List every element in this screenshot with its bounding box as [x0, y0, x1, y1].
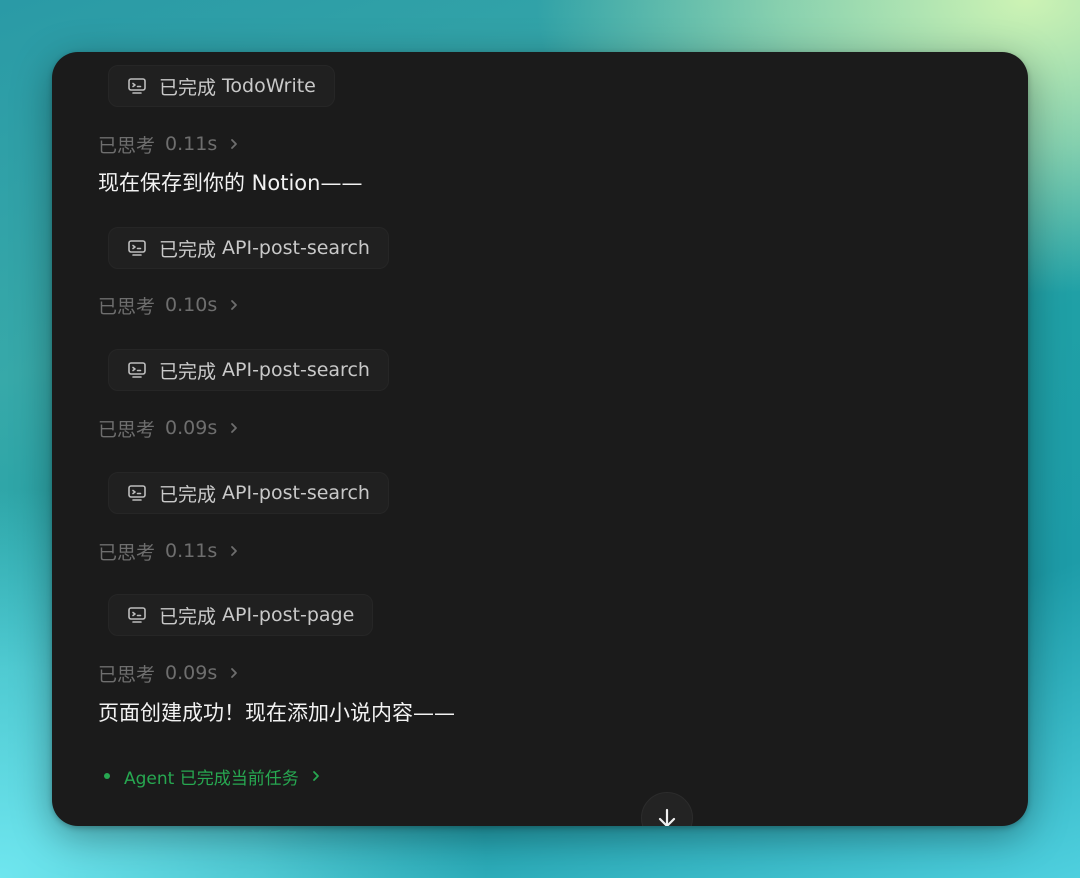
- thought-label: 已思考: [98, 418, 156, 441]
- thought-toggle[interactable]: 已思考 0.09s: [98, 659, 239, 687]
- thought-toggle[interactable]: 已思考 0.10s: [98, 291, 239, 319]
- chevron-right-icon: [229, 544, 239, 558]
- terminal-monitor-icon: [127, 360, 147, 380]
- terminal-monitor-icon: [127, 238, 147, 258]
- thought-label: 已思考: [98, 663, 156, 686]
- tool-status: 已完成: [159, 360, 217, 383]
- assistant-message: 页面创建成功！现在添加小说内容——: [98, 701, 455, 725]
- chevron-right-icon: [311, 769, 321, 783]
- chat-panel: 已完成 TodoWrite 已思考 0.11s 现在保存到你的 Notion——…: [52, 52, 1028, 826]
- tool-call-item[interactable]: 已完成 API-post-search: [98, 227, 389, 269]
- thought-toggle[interactable]: 已思考 0.11s: [98, 537, 239, 565]
- thought-toggle[interactable]: 已思考 0.09s: [98, 414, 239, 442]
- chevron-right-icon: [229, 137, 239, 151]
- thought-duration: 0.09s: [165, 417, 218, 439]
- thought-label: 已思考: [98, 134, 156, 157]
- assistant-message: 现在保存到你的 Notion——: [98, 171, 363, 195]
- chevron-right-icon: [229, 298, 239, 312]
- chevron-right-icon: [229, 666, 239, 680]
- tool-call-item[interactable]: 已完成 API-post-page: [98, 594, 374, 636]
- thought-duration: 0.10s: [165, 294, 218, 316]
- tool-call-chip[interactable]: 已完成 API-post-page: [108, 594, 374, 636]
- tool-name: API-post-page: [222, 604, 355, 626]
- scroll-to-bottom-button[interactable]: [641, 792, 693, 826]
- tool-name: API-post-search: [222, 482, 370, 504]
- tool-call-chip[interactable]: 已完成 API-post-search: [108, 227, 389, 269]
- arrow-down-icon: [656, 807, 678, 826]
- tool-status: 已完成: [159, 76, 217, 99]
- thought-duration: 0.11s: [165, 540, 218, 562]
- thought-toggle[interactable]: 已思考 0.11s: [98, 130, 239, 158]
- tool-status: 已完成: [159, 605, 217, 628]
- tool-call-item[interactable]: 已完成 TodoWrite: [98, 65, 335, 107]
- tool-status: 已完成: [159, 238, 217, 261]
- tool-call-chip[interactable]: 已完成 API-post-search: [108, 349, 389, 391]
- chevron-right-icon: [229, 421, 239, 435]
- tool-status: 已完成: [159, 483, 217, 506]
- thought-label: 已思考: [98, 295, 156, 318]
- terminal-monitor-icon: [127, 605, 147, 625]
- tool-call-chip[interactable]: 已完成 API-post-search: [108, 472, 389, 514]
- tool-name: TodoWrite: [222, 75, 316, 97]
- tool-call-chip[interactable]: 已完成 TodoWrite: [108, 65, 335, 107]
- agent-status-toggle[interactable]: Agent 已完成当前任务: [98, 763, 321, 789]
- tool-name: API-post-search: [222, 359, 370, 381]
- thought-duration: 0.09s: [165, 662, 218, 684]
- tool-call-item[interactable]: 已完成 API-post-search: [98, 472, 389, 514]
- status-dot-icon: [104, 773, 110, 779]
- terminal-monitor-icon: [127, 483, 147, 503]
- thought-duration: 0.11s: [165, 133, 218, 155]
- agent-status-text: Agent 已完成当前任务: [124, 768, 299, 789]
- tool-call-item[interactable]: 已完成 API-post-search: [98, 349, 389, 391]
- terminal-monitor-icon: [127, 76, 147, 96]
- tool-name: API-post-search: [222, 237, 370, 259]
- thought-label: 已思考: [98, 541, 156, 564]
